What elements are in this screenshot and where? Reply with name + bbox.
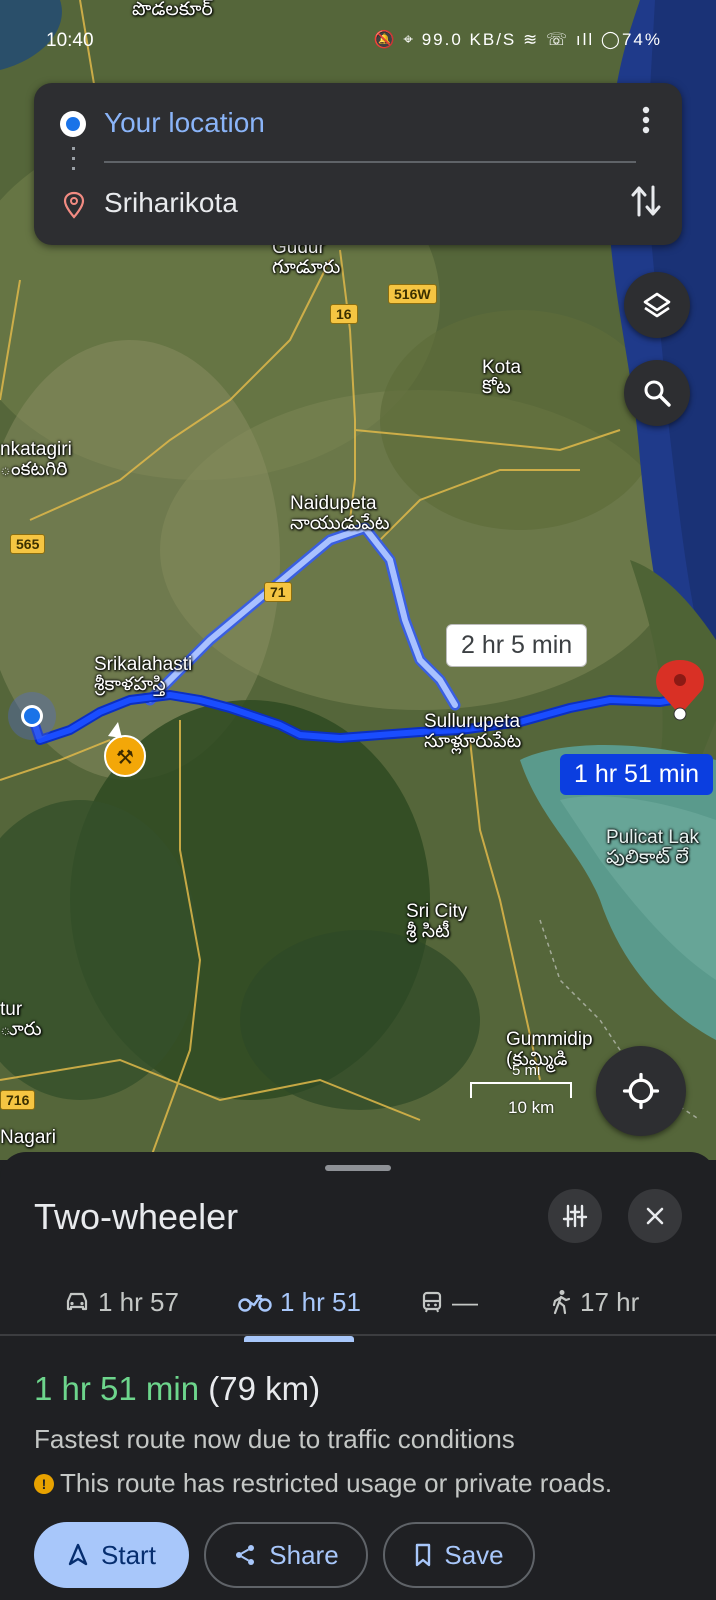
share-label: Share: [269, 1539, 339, 1570]
tab-car[interactable]: 1 hr 57: [64, 1270, 179, 1334]
layers-button[interactable]: [624, 272, 690, 338]
route-duration: 1 hr 51 min: [34, 1370, 200, 1407]
route-distance: (79 km): [208, 1370, 321, 1407]
close-button[interactable]: [628, 1189, 682, 1243]
status-icons: 🔕 ⌖ 99.0 KB/S ≋ ☏ ıll ◯74%: [373, 30, 662, 49]
search-along-route-button[interactable]: [624, 360, 690, 426]
tab-walk[interactable]: 17 hr: [550, 1270, 639, 1334]
walk-icon: [552, 1290, 571, 1315]
map-label-sullurupeta: Sullurupeta సూళ్లూరుపేట: [424, 711, 522, 752]
tab-walk-label: 17 hr: [580, 1286, 640, 1317]
share-icon: [236, 1545, 255, 1565]
sheet-title: Two-wheeler: [34, 1196, 239, 1237]
transit-icon: [422, 1291, 442, 1313]
tab-transit-label: —: [452, 1286, 478, 1317]
map-label-podalakur: పొడలకూర్: [132, 0, 213, 20]
directions-card: Your location Sriharikota: [34, 83, 682, 245]
more-options-icon[interactable]: [632, 105, 660, 145]
tab-two-wheeler-label: 1 hr 51: [280, 1286, 361, 1317]
car-icon: [66, 1292, 88, 1311]
destination-pin-icon: [63, 191, 85, 219]
map-label-srikalahasti: Srikalahasti శ్రీకాళహస్తి: [94, 654, 193, 695]
recenter-button[interactable]: [596, 1046, 686, 1136]
map-label-puttur: turూరు: [0, 999, 42, 1040]
highway-shield: 716: [0, 1090, 36, 1110]
route-connector: [72, 147, 75, 177]
highway-shield: 16: [330, 304, 358, 324]
warning-text: This route has restricted usage or priva…: [60, 1468, 613, 1498]
highway-shield: 516W: [388, 284, 437, 304]
status-bar: 10:40 🔕 ⌖ 99.0 KB/S ≋ ☏ ıll ◯74%: [0, 28, 716, 58]
status-time: 10:40: [46, 30, 94, 51]
map-label-venkatagiri: nkatagiriంకటగిరి: [0, 439, 72, 480]
bookmark-icon: [416, 1543, 431, 1567]
alt-route-callout[interactable]: 2 hr 5 min: [446, 624, 588, 667]
highway-shield: 565: [10, 534, 46, 554]
my-location-icon: [622, 1072, 660, 1110]
map-label-sri-city: Sri City శ్రీ సిటీ: [406, 901, 468, 942]
layers-icon: [643, 292, 671, 318]
tab-two-wheeler[interactable]: 1 hr 51: [238, 1270, 361, 1334]
map-label-nagari: Nagari: [0, 1127, 56, 1148]
battery-level: 74%: [621, 30, 662, 49]
scale-text-km: 10 km: [508, 1098, 555, 1117]
navigation-arrow-icon: [68, 1543, 88, 1566]
field-divider: [104, 161, 636, 163]
your-location-icon: [60, 111, 86, 137]
drag-handle[interactable]: [325, 1165, 391, 1171]
close-icon: [646, 1207, 664, 1225]
svg-text:⚒: ⚒: [116, 745, 134, 769]
tab-car-label: 1 hr 57: [98, 1286, 179, 1317]
active-tab-indicator: [244, 1336, 354, 1342]
tab-transit[interactable]: —: [420, 1270, 478, 1334]
swap-icon[interactable]: [628, 181, 664, 221]
map-label-kota: Kota కోట: [482, 357, 522, 398]
map-label-naidupeta: Naidupeta నాయుడుపేట: [290, 493, 390, 534]
restriction-warning: ! This route has restricted usage or pri…: [34, 1468, 612, 1499]
travel-mode-tabs: 1 hr 57 1 hr 51 — 17 hr: [0, 1270, 716, 1336]
tune-icon: [562, 1204, 588, 1228]
start-label: Start: [101, 1539, 156, 1570]
route-note: Fastest route now due to traffic conditi…: [34, 1424, 515, 1454]
motorcycle-icon: [238, 1294, 272, 1312]
origin-field[interactable]: Your location: [104, 107, 265, 139]
warning-icon: !: [34, 1473, 54, 1494]
start-button[interactable]: Start: [34, 1522, 189, 1588]
map-label-pulicat-lake: Pulicat Lak పులికాట్ లే: [606, 827, 699, 868]
map-view[interactable]: ⚒ 10:40 🔕 ⌖ 99.0 KB/S ≋ ☏ ıll ◯74% పొడలక…: [0, 0, 716, 1160]
share-button[interactable]: Share: [204, 1522, 368, 1588]
highway-shield: 71: [264, 582, 292, 602]
main-route-callout[interactable]: 1 hr 51 min: [560, 754, 714, 795]
route-options-button[interactable]: [548, 1189, 602, 1243]
destination-field[interactable]: Sriharikota: [104, 187, 238, 219]
save-button[interactable]: Save: [383, 1522, 535, 1588]
search-icon: [644, 380, 671, 407]
route-summary: 1 hr 51 min (79 km): [34, 1370, 320, 1408]
scale-bar: [470, 1082, 572, 1098]
save-label: Save: [444, 1539, 504, 1570]
route-bottom-sheet: Two-wheeler 1 hr 57 1 hr 51 — 17 hr 1 hr…: [0, 1152, 716, 1600]
scale-text-mi: 5 mi: [512, 1062, 541, 1079]
